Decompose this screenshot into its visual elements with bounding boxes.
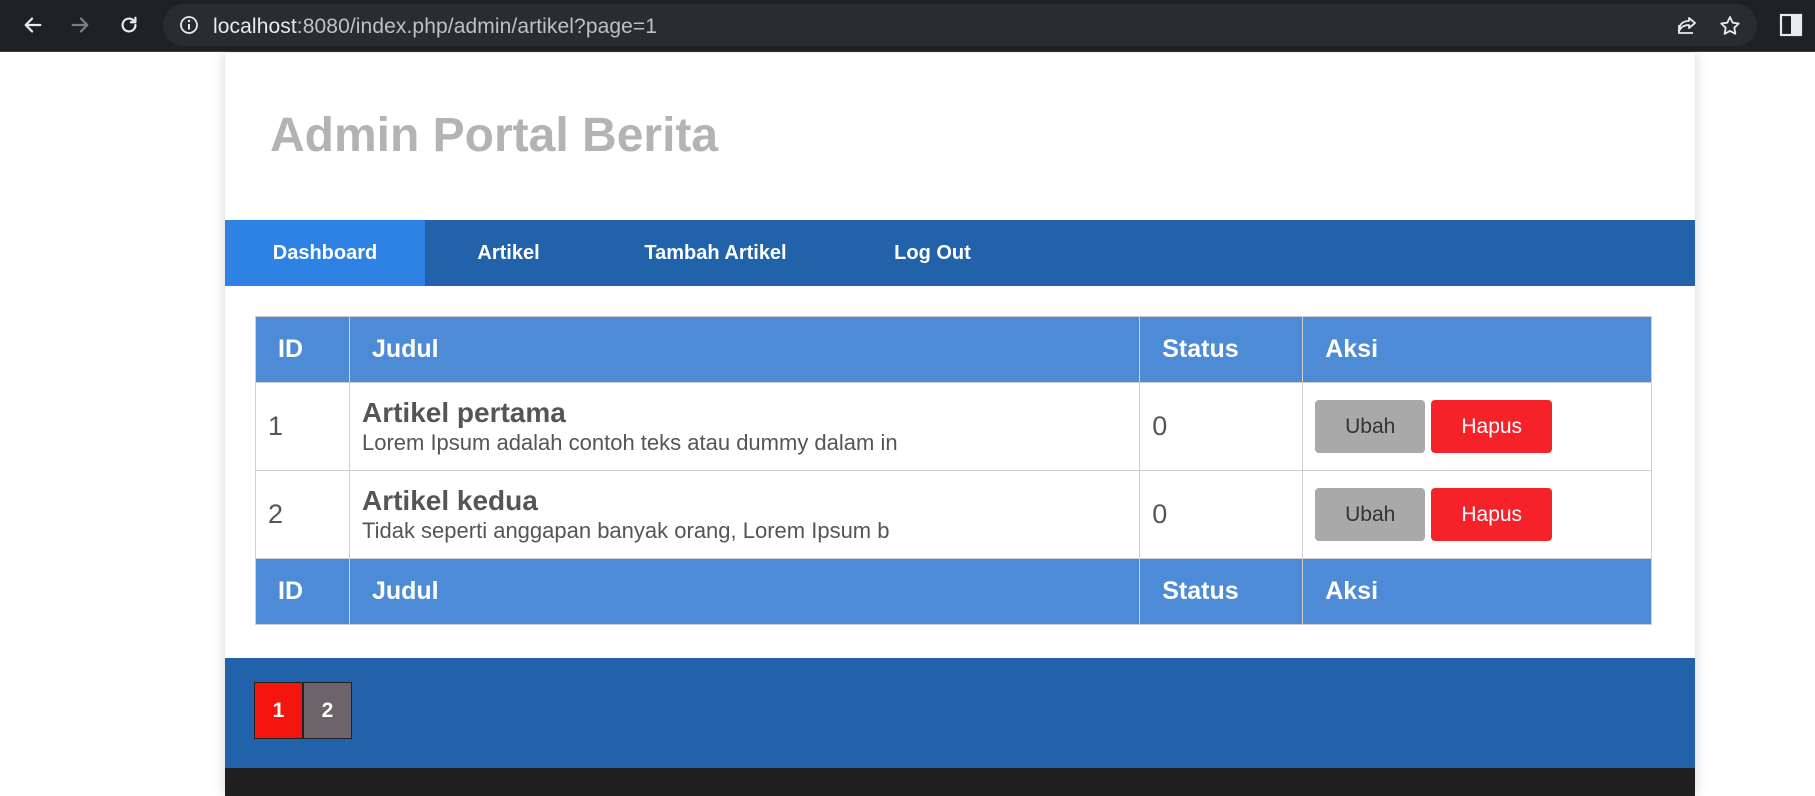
arrow-right-icon — [71, 17, 89, 33]
main-navbar: Dashboard Artikel Tambah Artikel Log Out — [225, 220, 1695, 286]
table-footer-row: ID Judul Status Aksi — [255, 558, 1652, 625]
cell-status: 0 — [1139, 470, 1304, 559]
article-title: Artikel kedua — [361, 484, 538, 516]
address-bar[interactable]: localhost:8080/index.php/admin/artikel?p… — [163, 4, 1757, 46]
cell-judul: Artikel pertama Lorem Ipsum adalah conto… — [348, 382, 1141, 471]
footer-id: ID — [255, 558, 350, 625]
page-link[interactable]: 2 — [303, 682, 352, 739]
article-excerpt: Lorem Ipsum adalah contoh teks atau dumm… — [361, 429, 898, 455]
table-row: 2 Artikel kedua Tidak seperti anggapan b… — [255, 470, 1652, 559]
url-host: localhost — [213, 15, 297, 38]
cell-judul: Artikel kedua Tidak seperti anggapan ban… — [348, 470, 1141, 559]
back-button[interactable] — [16, 8, 50, 42]
forward-button[interactable] — [63, 8, 97, 42]
footer-status: Status — [1139, 558, 1304, 625]
footer-judul: Judul — [348, 558, 1141, 625]
nav-tambah-artikel[interactable]: Tambah Artikel — [592, 220, 839, 286]
header-aksi: Aksi — [1302, 316, 1652, 383]
table-row: 1 Artikel pertama Lorem Ipsum adalah con… — [255, 382, 1652, 471]
arrow-left-icon — [24, 17, 42, 33]
article-excerpt: Tidak seperti anggapan banyak orang, Lor… — [361, 517, 890, 543]
table-header-row: ID Judul Status Aksi — [255, 316, 1652, 383]
cell-id: 1 — [255, 382, 350, 471]
browser-toolbar: localhost:8080/index.php/admin/artikel?p… — [0, 0, 1815, 52]
nav-log-out[interactable]: Log Out — [839, 220, 1026, 286]
header-id: ID — [255, 316, 350, 383]
footer-aksi: Aksi — [1302, 558, 1652, 625]
pagination: 1 2 — [254, 682, 352, 739]
edit-button[interactable]: Ubah — [1315, 488, 1426, 541]
pagination-bar: 1 2 — [225, 658, 1695, 768]
url-path: :8080/index.php/admin/artikel?page=1 — [296, 15, 658, 38]
info-icon[interactable] — [179, 15, 199, 35]
nav-artikel[interactable]: Artikel — [425, 220, 592, 286]
edit-button[interactable]: Ubah — [1315, 400, 1426, 453]
nav-dashboard[interactable]: Dashboard — [225, 220, 425, 286]
bookmark-star-icon[interactable] — [1718, 14, 1742, 38]
site-footer — [225, 768, 1695, 796]
header-status: Status — [1139, 316, 1304, 383]
delete-button[interactable]: Hapus — [1431, 488, 1553, 541]
reload-button[interactable] — [112, 8, 146, 42]
delete-button[interactable]: Hapus — [1431, 400, 1553, 453]
page-container: Admin Portal Berita Dashboard Artikel Ta… — [225, 53, 1695, 796]
header-judul: Judul — [348, 316, 1141, 383]
site-title: Admin Portal Berita — [270, 109, 719, 162]
side-panel-icon[interactable] — [1778, 12, 1804, 38]
cell-aksi: Ubah Hapus — [1302, 470, 1652, 559]
cell-id: 2 — [255, 470, 350, 559]
page-link-current[interactable]: 1 — [254, 682, 303, 739]
article-title: Artikel pertama — [361, 396, 566, 428]
cell-aksi: Ubah Hapus — [1302, 382, 1652, 471]
page-viewport: Admin Portal Berita Dashboard Artikel Ta… — [0, 53, 1815, 796]
reload-icon — [121, 16, 137, 33]
url-text[interactable]: localhost:8080/index.php/admin/artikel?p… — [213, 15, 657, 39]
share-icon[interactable] — [1675, 14, 1699, 38]
articles-table: ID Judul Status Aksi 1 Artikel pertama L… — [255, 316, 1652, 625]
cell-status: 0 — [1139, 382, 1304, 471]
